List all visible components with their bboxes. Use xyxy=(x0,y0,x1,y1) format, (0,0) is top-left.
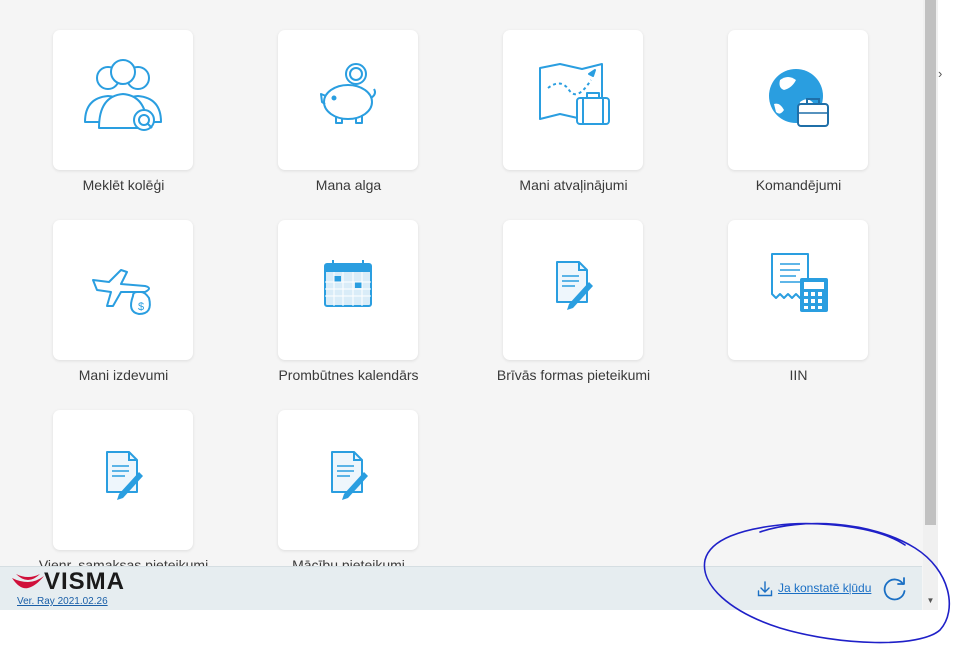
piggy-bank-icon xyxy=(320,63,376,124)
document-pen-icon xyxy=(106,451,143,500)
plane-moneybag-icon: $ xyxy=(92,269,151,315)
svg-text:$: $ xyxy=(138,301,144,313)
footer-bar: VISMA Ver. Ray 2021.02.26 Ja konstatē kļ… xyxy=(0,566,922,610)
document-pen-icon xyxy=(556,261,593,310)
receipt-calculator-icon xyxy=(771,253,828,312)
tile-absence-calendar[interactable] xyxy=(278,220,418,360)
edge-fragment-icon: › xyxy=(938,66,943,81)
app-window: Meklēt kolēģi Mana alga Mani atvaļinājum… xyxy=(0,0,938,610)
version-link[interactable]: Ver. Ray 2021.02.26 xyxy=(17,596,108,607)
tile-label[interactable]: Mani izdevumi xyxy=(11,367,236,383)
calendar-icon xyxy=(324,260,372,307)
scrollbar-thumb[interactable] xyxy=(925,0,936,525)
visma-logo-icon xyxy=(12,574,44,589)
tile-search-colleagues[interactable] xyxy=(53,30,193,170)
tile-training-requests[interactable] xyxy=(278,410,418,550)
tile-label[interactable]: Meklēt kolēģi xyxy=(11,177,236,193)
globe-briefcase-icon xyxy=(769,69,829,127)
download-icon[interactable] xyxy=(757,581,773,597)
tile-my-vacations[interactable] xyxy=(503,30,643,170)
people-search-icon xyxy=(84,59,162,131)
tile-label[interactable]: Mani atvaļinājumi xyxy=(461,177,686,193)
tile-grid: Meklēt kolēģi Mana alga Mani atvaļinājum… xyxy=(0,0,938,566)
tile-iin[interactable] xyxy=(728,220,868,360)
tile-label[interactable]: Brīvās formas pieteikumi xyxy=(461,367,686,383)
refresh-icon[interactable] xyxy=(882,576,908,602)
visma-logo-text: VISMA xyxy=(44,568,126,595)
report-error-link[interactable]: Ja konstatē kļūdu xyxy=(778,581,871,595)
tile-label[interactable]: IIN xyxy=(686,367,911,383)
tile-business-trips[interactable] xyxy=(728,30,868,170)
document-pen-icon xyxy=(331,451,368,500)
scroll-down-arrow-icon[interactable]: ▼ xyxy=(924,594,937,608)
tile-label[interactable]: Mācību pieteikumi xyxy=(236,557,461,566)
tile-label[interactable]: Prombūtnes kalendārs xyxy=(236,367,461,383)
tile-my-salary[interactable] xyxy=(278,30,418,170)
tile-one-time-payment-requests[interactable] xyxy=(53,410,193,550)
tile-label[interactable]: Vienr. samaksas pieteikumi xyxy=(11,557,236,566)
map-suitcase-icon xyxy=(539,63,610,125)
tile-free-form-requests[interactable] xyxy=(503,220,643,360)
tile-label[interactable]: Komandējumi xyxy=(686,177,911,193)
tile-my-expenses[interactable]: $ xyxy=(53,220,193,360)
tile-label[interactable]: Mana alga xyxy=(236,177,461,193)
